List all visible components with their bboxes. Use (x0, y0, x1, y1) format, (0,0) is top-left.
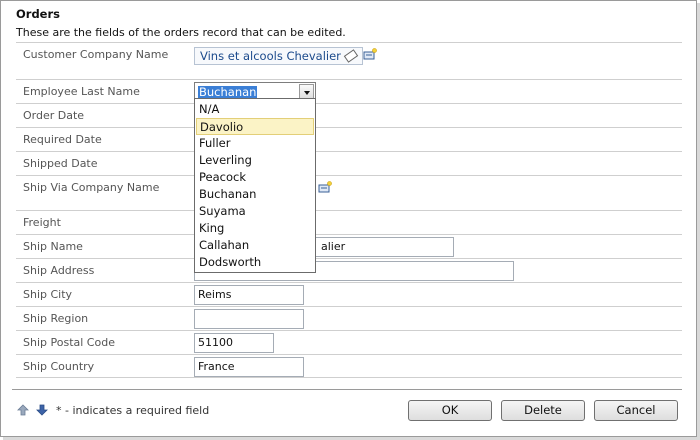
row-ship-address: Ship Address (16, 258, 682, 282)
label-shipped-date: Shipped Date (23, 157, 98, 170)
dropdown-option-hovered[interactable]: Davolio (196, 118, 314, 135)
customer-company-lookup-link[interactable]: Vins et alcools Chevalier (194, 47, 363, 65)
row-shipped-date: Shipped Date (16, 151, 682, 175)
label-ship-address: Ship Address (23, 264, 95, 277)
form-description: These are the fields of the orders recor… (16, 26, 346, 39)
label-ship-name: Ship Name (23, 240, 83, 253)
orders-form-fields: Customer Company Name Vins et alcools Ch… (16, 42, 682, 378)
label-employee-last-name: Employee Last Name (23, 85, 140, 98)
dropdown-option[interactable]: Dodsworth (196, 254, 314, 271)
cancel-button[interactable]: Cancel (594, 400, 678, 421)
ok-button[interactable]: OK (408, 400, 492, 421)
ship-postal-code-input[interactable]: 51100 (194, 333, 274, 353)
row-required-date: Required Date (16, 127, 682, 151)
label-required-date: Required Date (23, 133, 102, 146)
new-shipper-icon[interactable] (318, 181, 332, 193)
label-ship-region: Ship Region (23, 312, 89, 325)
dropdown-option[interactable]: King (196, 220, 314, 237)
dropdown-option[interactable]: Suyama (196, 203, 314, 220)
ship-city-input[interactable]: Reims (194, 285, 304, 305)
dropdown-option[interactable]: Leverling (196, 152, 314, 169)
label-ship-via: Ship Via Company Name (23, 181, 160, 194)
row-ship-postal-code: Ship Postal Code 51100 (16, 330, 682, 354)
employee-dropdown-list[interactable]: N/A Davolio Fuller Leverling Peacock Buc… (194, 98, 316, 273)
new-record-icon[interactable] (363, 48, 377, 60)
row-ship-country: Ship Country France (16, 354, 682, 378)
dropdown-option[interactable]: Peacock (196, 169, 314, 186)
footer-divider (12, 389, 682, 390)
label-ship-country: Ship Country (23, 360, 95, 373)
dropdown-option[interactable]: N/A (196, 101, 314, 118)
ship-country-input[interactable]: France (194, 357, 304, 377)
dropdown-option[interactable]: Callahan (196, 237, 314, 254)
customer-company-value: Vins et alcools Chevalier (200, 49, 341, 63)
dropdown-option[interactable]: Fuller (196, 135, 314, 152)
row-ship-city: Ship City Reims (16, 282, 682, 306)
delete-button[interactable]: Delete (501, 400, 585, 421)
required-field-note: * - indicates a required field (56, 404, 210, 417)
ship-region-input[interactable] (194, 309, 304, 329)
label-ship-postal-code: Ship Postal Code (23, 336, 115, 349)
dropdown-option[interactable]: Buchanan (196, 186, 314, 203)
clear-eraser-icon[interactable] (343, 48, 359, 63)
row-customer-company: Customer Company Name Vins et alcools Ch… (16, 42, 682, 79)
label-order-date: Order Date (23, 109, 85, 122)
arrow-up-icon[interactable] (17, 404, 29, 416)
row-ship-region: Ship Region (16, 306, 682, 330)
label-customer-company: Customer Company Name (23, 48, 169, 61)
label-ship-city: Ship City (23, 288, 73, 301)
row-ship-via: Ship Via Company Name (16, 175, 682, 210)
row-ship-name: Ship Name alier (16, 234, 682, 258)
row-employee-last-name: Employee Last Name Buchanan (16, 79, 682, 103)
row-order-date: Order Date (16, 103, 682, 127)
label-freight: Freight (23, 216, 61, 229)
row-freight: Freight (16, 210, 682, 234)
form-title: Orders (16, 7, 60, 21)
arrow-down-icon[interactable] (36, 404, 48, 416)
